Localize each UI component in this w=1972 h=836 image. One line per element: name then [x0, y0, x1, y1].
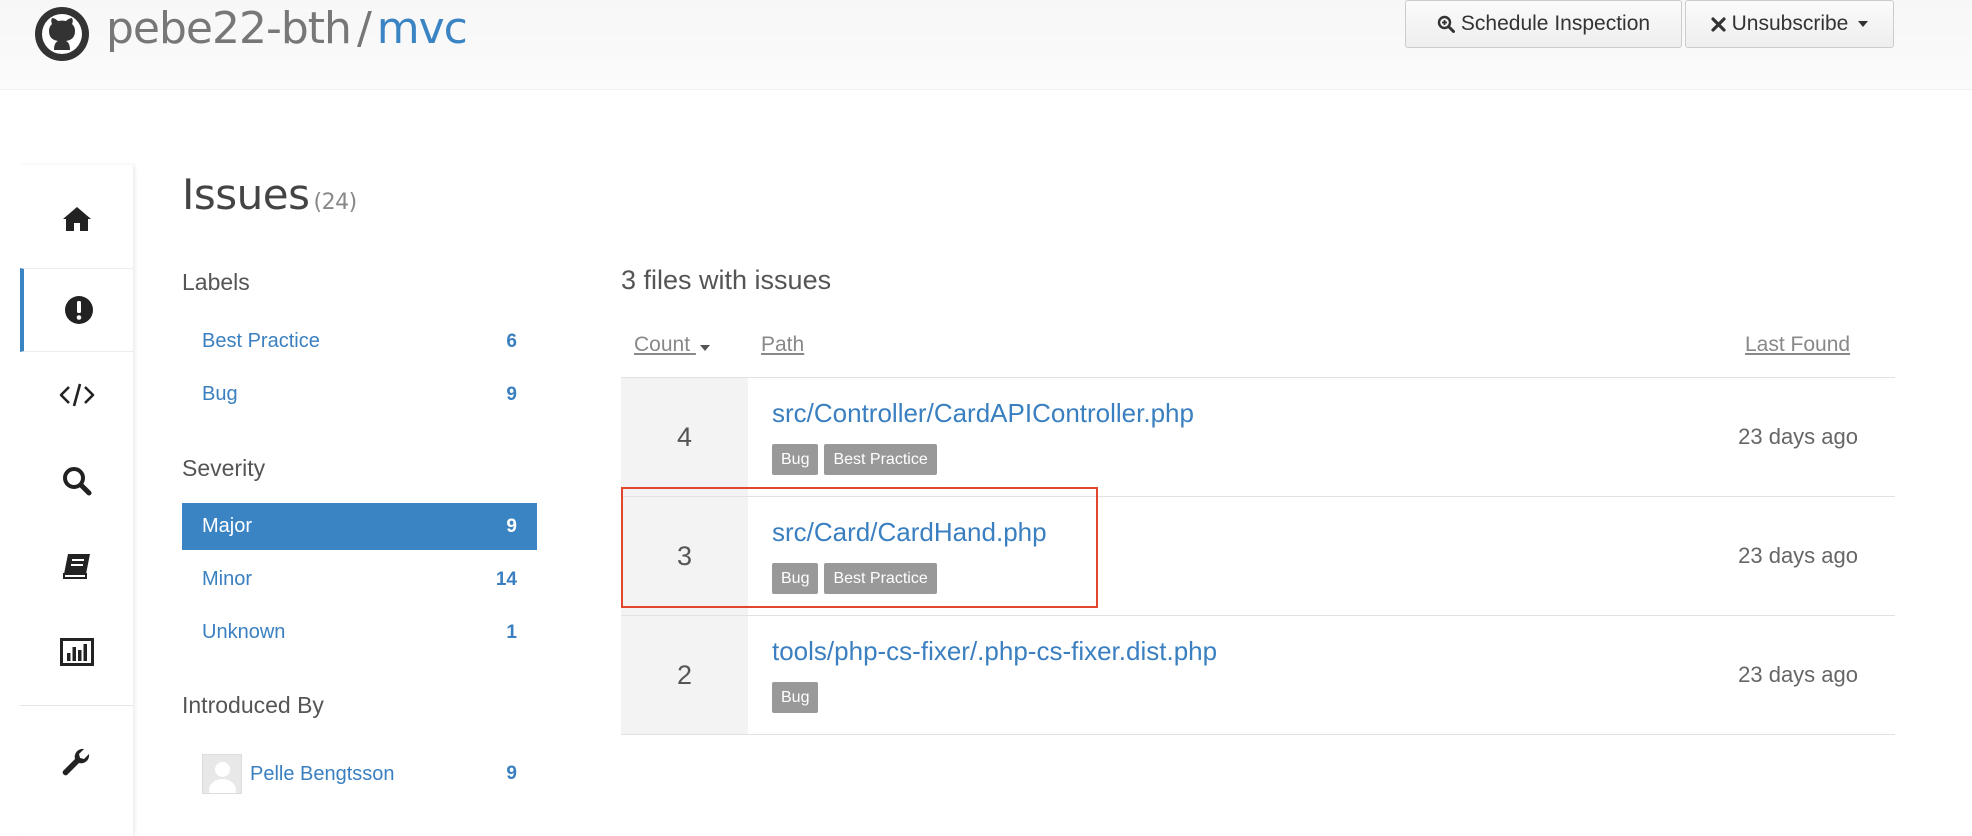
table-row: 3 src/Card/CardHand.php Bug Best Practic…	[621, 497, 1895, 616]
left-nav-rail	[20, 165, 133, 836]
tag-best-practice[interactable]: Best Practice	[824, 444, 937, 475]
repo-name-link[interactable]: mvc	[377, 3, 468, 54]
filter-count: 9	[506, 383, 517, 405]
issue-count: (24)	[313, 190, 358, 215]
filter-label-text: Major	[202, 515, 253, 537]
filter-count: 14	[495, 568, 517, 590]
filter-count: 9	[506, 763, 517, 784]
tag-bug[interactable]: Bug	[772, 444, 819, 475]
nav-code[interactable]	[20, 353, 133, 437]
filter-label-bug[interactable]: Bug 9	[182, 371, 537, 418]
tag-bug[interactable]: Bug	[772, 563, 819, 594]
filter-label-text: Pelle Bengtsson	[250, 762, 395, 785]
nav-docs[interactable]	[20, 524, 133, 608]
page-title-text: Issues	[182, 170, 310, 219]
column-header-label: Count	[634, 333, 691, 356]
filter-label-text: Bug	[202, 383, 238, 405]
table-row: 4 src/Controller/CardAPIController.php B…	[621, 378, 1895, 497]
files-heading: 3 files with issues	[621, 265, 832, 295]
file-path-link[interactable]: src/Controller/CardAPIController.php	[772, 398, 1194, 429]
filter-count: 1	[506, 621, 517, 643]
issue-count-cell: 2	[621, 616, 748, 734]
labels-heading: Labels	[182, 269, 250, 295]
filter-severity-minor[interactable]: Minor 14	[182, 556, 537, 603]
rail-divider	[20, 705, 133, 706]
issues-icon	[64, 296, 93, 324]
column-header-last-found[interactable]: Last Found	[1745, 333, 1850, 357]
wrench-icon	[62, 748, 89, 776]
filter-label-best-practice[interactable]: Best Practice 6	[182, 318, 537, 365]
introduced-by-heading: Introduced By	[182, 692, 324, 718]
last-found: 23 days ago	[1738, 424, 1858, 449]
code-icon	[59, 383, 94, 407]
top-header: pebe22-bth / mvc Schedule Inspection Unsub…	[0, 0, 1972, 90]
nav-issues[interactable]	[20, 268, 133, 352]
table-row: 2 tools/php-cs-fixer/.php-cs-fixer.dist.…	[621, 616, 1895, 735]
filter-count: 6	[506, 330, 517, 352]
column-header-path[interactable]: Path	[761, 333, 804, 357]
close-icon	[1711, 16, 1726, 32]
filter-label-text: Unknown	[202, 621, 286, 643]
filter-label-text: Best Practice	[202, 330, 320, 352]
chart-icon	[59, 638, 94, 666]
last-found: 23 days ago	[1738, 662, 1858, 687]
repo-owner-link[interactable]: pebe22-bth	[106, 3, 352, 54]
tag-best-practice[interactable]: Best Practice	[824, 563, 937, 594]
title-separator: /	[356, 3, 372, 54]
schedule-inspection-button[interactable]: Schedule Inspection	[1405, 0, 1682, 48]
file-path-link[interactable]: src/Card/CardHand.php	[772, 517, 1047, 548]
filter-count: 9	[506, 515, 517, 537]
file-path-link[interactable]: tools/php-cs-fixer/.php-cs-fixer.dist.ph…	[772, 636, 1217, 667]
nav-search[interactable]	[20, 439, 133, 523]
nav-settings[interactable]	[20, 721, 133, 805]
zoom-in-icon	[1437, 15, 1455, 33]
github-logo-icon[interactable]	[34, 6, 90, 62]
unsubscribe-label: Unsubscribe	[1731, 12, 1849, 35]
search-icon	[62, 467, 91, 496]
avatar	[202, 754, 242, 794]
home-icon	[62, 207, 91, 231]
filter-severity-unknown[interactable]: Unknown 1	[182, 609, 537, 656]
filter-author-pelle[interactable]: Pelle Bengtsson 9	[182, 749, 537, 799]
severity-heading: Severity	[182, 455, 266, 481]
tag-list: Bug Best Practice	[772, 444, 937, 475]
author-entry: Pelle Bengtsson	[202, 754, 395, 794]
column-header-count[interactable]: Count	[634, 333, 710, 357]
last-found: 23 days ago	[1738, 543, 1858, 568]
tag-bug[interactable]: Bug	[772, 682, 819, 713]
tag-list: Bug Best Practice	[772, 563, 937, 594]
issue-count-cell: 3	[621, 497, 748, 615]
nav-home[interactable]	[20, 177, 133, 261]
issue-count-cell: 4	[621, 378, 748, 496]
nav-statistics[interactable]	[20, 610, 133, 694]
repo-title: pebe22-bth / mvc	[106, 2, 468, 56]
chevron-down-icon	[1858, 21, 1869, 27]
filter-label-text: Minor	[202, 568, 253, 590]
sort-desc-icon	[699, 345, 710, 351]
page-title: Issues (24)	[182, 170, 357, 219]
schedule-inspection-label: Schedule Inspection	[1460, 12, 1651, 35]
tag-list: Bug	[772, 682, 819, 713]
unsubscribe-button[interactable]: Unsubscribe	[1685, 0, 1894, 48]
filter-severity-major[interactable]: Major 9	[182, 503, 537, 550]
book-icon	[62, 554, 90, 579]
